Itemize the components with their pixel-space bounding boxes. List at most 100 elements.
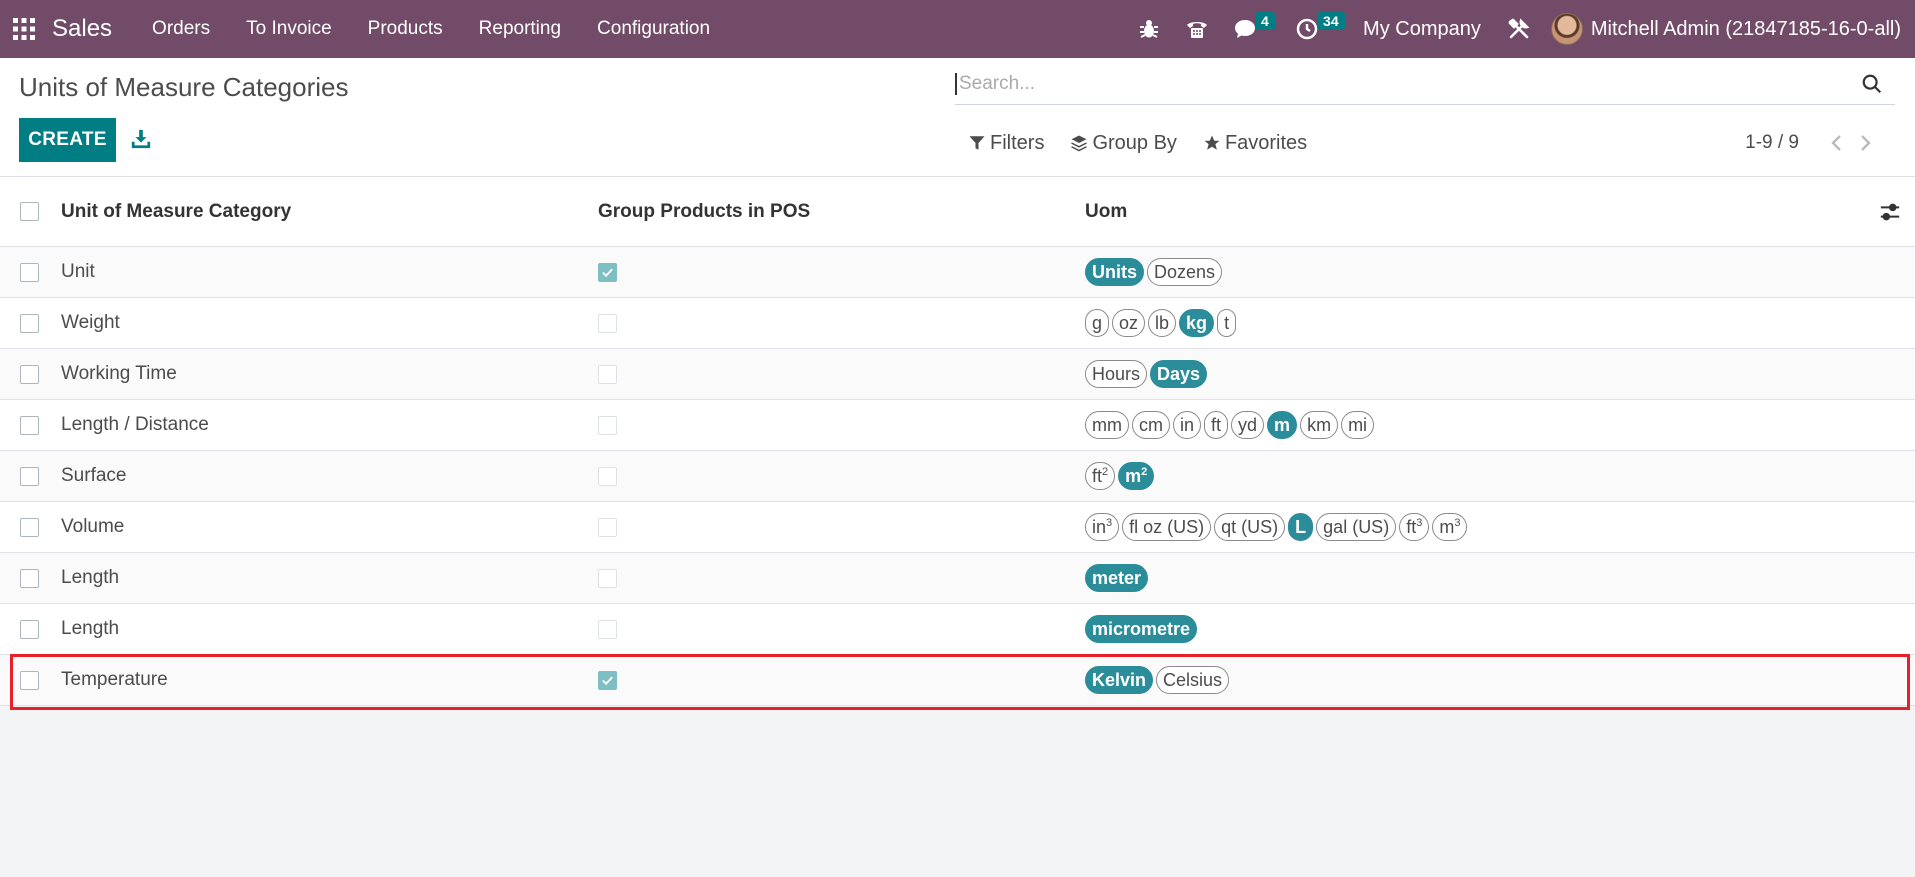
category-name: Weight <box>61 312 120 333</box>
uom-tag: L <box>1288 513 1314 541</box>
table-row[interactable]: Working Time Hours Days <box>0 349 1915 400</box>
apps-menu-icon[interactable] <box>2 0 46 58</box>
select-all-checkbox[interactable] <box>20 202 39 221</box>
check-icon <box>602 676 613 685</box>
optional-columns-sliders-icon[interactable] <box>1879 201 1901 223</box>
table-row[interactable]: Volume in 3 fl oz (US) qt (US) Lgal (US) ft 3 m 3 <box>0 502 1915 553</box>
row-select-checkbox[interactable] <box>20 466 39 486</box>
uom-tag: oz <box>1112 309 1146 337</box>
uom-tag: mi <box>1341 411 1375 439</box>
groupby-dropdown[interactable]: Group By <box>1070 131 1177 155</box>
category-name: Temperature <box>61 669 168 690</box>
uom-tag: meter <box>1085 564 1149 592</box>
category-name: Surface <box>61 465 127 486</box>
voip-phone-icon[interactable] <box>1173 0 1221 58</box>
debug-bug-icon[interactable] <box>1125 0 1173 58</box>
export-download-icon[interactable] <box>128 126 154 152</box>
category-name: Length <box>61 618 120 639</box>
user-menu[interactable]: Mitchell Admin (21847185-16-0-all) <box>1543 13 1915 45</box>
column-header-pos[interactable]: Group Products in POS <box>598 201 1085 223</box>
uom-tag: Celsius <box>1156 666 1230 694</box>
uom-tags: Units Dozens <box>1085 258 1915 286</box>
uom-tag: m <box>1267 411 1298 439</box>
menu-to-invoice[interactable]: To Invoice <box>228 0 350 58</box>
navbar-systray: 4 34 My Company Mitchell Admin (21847185… <box>1125 0 1915 58</box>
pager-next-icon[interactable] <box>1851 134 1879 152</box>
uom-tag: lb <box>1148 309 1177 337</box>
menu-orders[interactable]: Orders <box>134 0 228 58</box>
category-name: Volume <box>61 516 125 537</box>
menu-reporting[interactable]: Reporting <box>461 0 579 58</box>
messages-chat-icon[interactable]: 4 <box>1221 0 1283 58</box>
layers-icon <box>1071 135 1088 152</box>
company-switcher[interactable]: My Company <box>1353 18 1495 41</box>
group-pos-checkbox <box>598 466 617 486</box>
avatar <box>1550 13 1583 45</box>
pager-value[interactable]: 1-9 / 9 <box>1745 132 1799 154</box>
search-icon[interactable] <box>1861 73 1883 95</box>
column-header-category[interactable]: Unit of Measure Category <box>61 201 598 223</box>
row-select-checkbox[interactable] <box>20 262 39 282</box>
row-select-checkbox[interactable] <box>20 670 39 690</box>
favorites-label: Favorites <box>1224 131 1308 154</box>
app-brand[interactable]: Sales <box>52 15 112 43</box>
category-name: Length / Distance <box>61 414 209 435</box>
category-name: Length <box>61 567 120 588</box>
uom-tag: ft 3 <box>1399 513 1430 541</box>
uom-tags: meter <box>1085 564 1915 592</box>
table-row[interactable]: Temperature Kelvin Celsius <box>0 655 1915 706</box>
uom-tags: Hours Days <box>1085 360 1915 388</box>
column-header-uom[interactable]: Uom <box>1085 201 1915 223</box>
table-row[interactable]: Surface ft 2 m 2 <box>0 451 1915 502</box>
uom-tag: g <box>1085 309 1110 337</box>
group-pos-checkbox <box>598 262 617 282</box>
top-navbar: Sales Orders To Invoice Products Reporti… <box>0 0 1915 58</box>
menu-configuration[interactable]: Configuration <box>579 0 728 58</box>
row-select-checkbox[interactable] <box>20 619 39 639</box>
category-name: Unit <box>61 261 95 282</box>
pager-previous-icon[interactable] <box>1823 134 1851 152</box>
filters-dropdown[interactable]: Filters <box>968 132 1044 155</box>
row-select-checkbox[interactable] <box>20 364 39 384</box>
row-select-checkbox[interactable] <box>20 568 39 588</box>
table-body: Unit Units Dozens Weight g oz lb kg t Working Tim… <box>0 247 1915 706</box>
uom-tags: Kelvin Celsius <box>1085 666 1915 694</box>
uom-tag: gal (US) <box>1316 513 1397 541</box>
table-row[interactable]: Weight g oz lb kg t <box>0 298 1915 349</box>
table-row[interactable]: Length meter <box>0 553 1915 604</box>
uom-tag: Hours <box>1085 360 1148 388</box>
uom-tag: Days <box>1150 360 1208 388</box>
row-select-checkbox[interactable] <box>20 415 39 435</box>
activities-clock-icon[interactable]: 34 <box>1283 0 1353 58</box>
uom-tags: g oz lb kg t <box>1085 309 1915 337</box>
table-row[interactable]: Length micrometre <box>0 604 1915 655</box>
create-button[interactable]: CREATE <box>19 118 116 162</box>
uom-tag: mm <box>1085 411 1129 439</box>
menu-products[interactable]: Products <box>350 0 461 58</box>
uom-tag: in <box>1173 411 1202 439</box>
table-row[interactable]: Length / Distance mm cm in ft yd m km mi <box>0 400 1915 451</box>
group-pos-checkbox <box>598 517 617 537</box>
uom-tag: ft <box>1204 411 1229 439</box>
group-pos-checkbox <box>598 670 617 690</box>
filter-icon <box>969 136 985 150</box>
table-row[interactable]: Unit Units Dozens <box>0 247 1915 298</box>
uom-tag: yd <box>1231 411 1265 439</box>
group-pos-checkbox <box>598 415 617 435</box>
uom-tag: t <box>1217 309 1237 337</box>
page-title: Units of Measure Categories <box>19 72 349 102</box>
row-select-checkbox[interactable] <box>20 517 39 537</box>
row-select-checkbox[interactable] <box>20 313 39 333</box>
pager: 1-9 / 9 <box>1745 128 1879 158</box>
uom-tag: Dozens <box>1147 258 1223 286</box>
table-header: Unit of Measure Category Group Products … <box>0 177 1915 247</box>
favorites-dropdown[interactable]: Favorites <box>1203 132 1307 155</box>
uom-tag: ft 2 <box>1085 462 1116 490</box>
uom-tag: cm <box>1132 411 1170 439</box>
groupby-label: Group By <box>1092 131 1177 154</box>
category-name: Working Time <box>61 363 177 384</box>
tools-settings-icon[interactable] <box>1495 0 1543 58</box>
group-pos-checkbox <box>598 568 617 588</box>
search-input[interactable] <box>955 72 1835 95</box>
list-view-table: Unit of Measure Category Group Products … <box>0 177 1915 706</box>
